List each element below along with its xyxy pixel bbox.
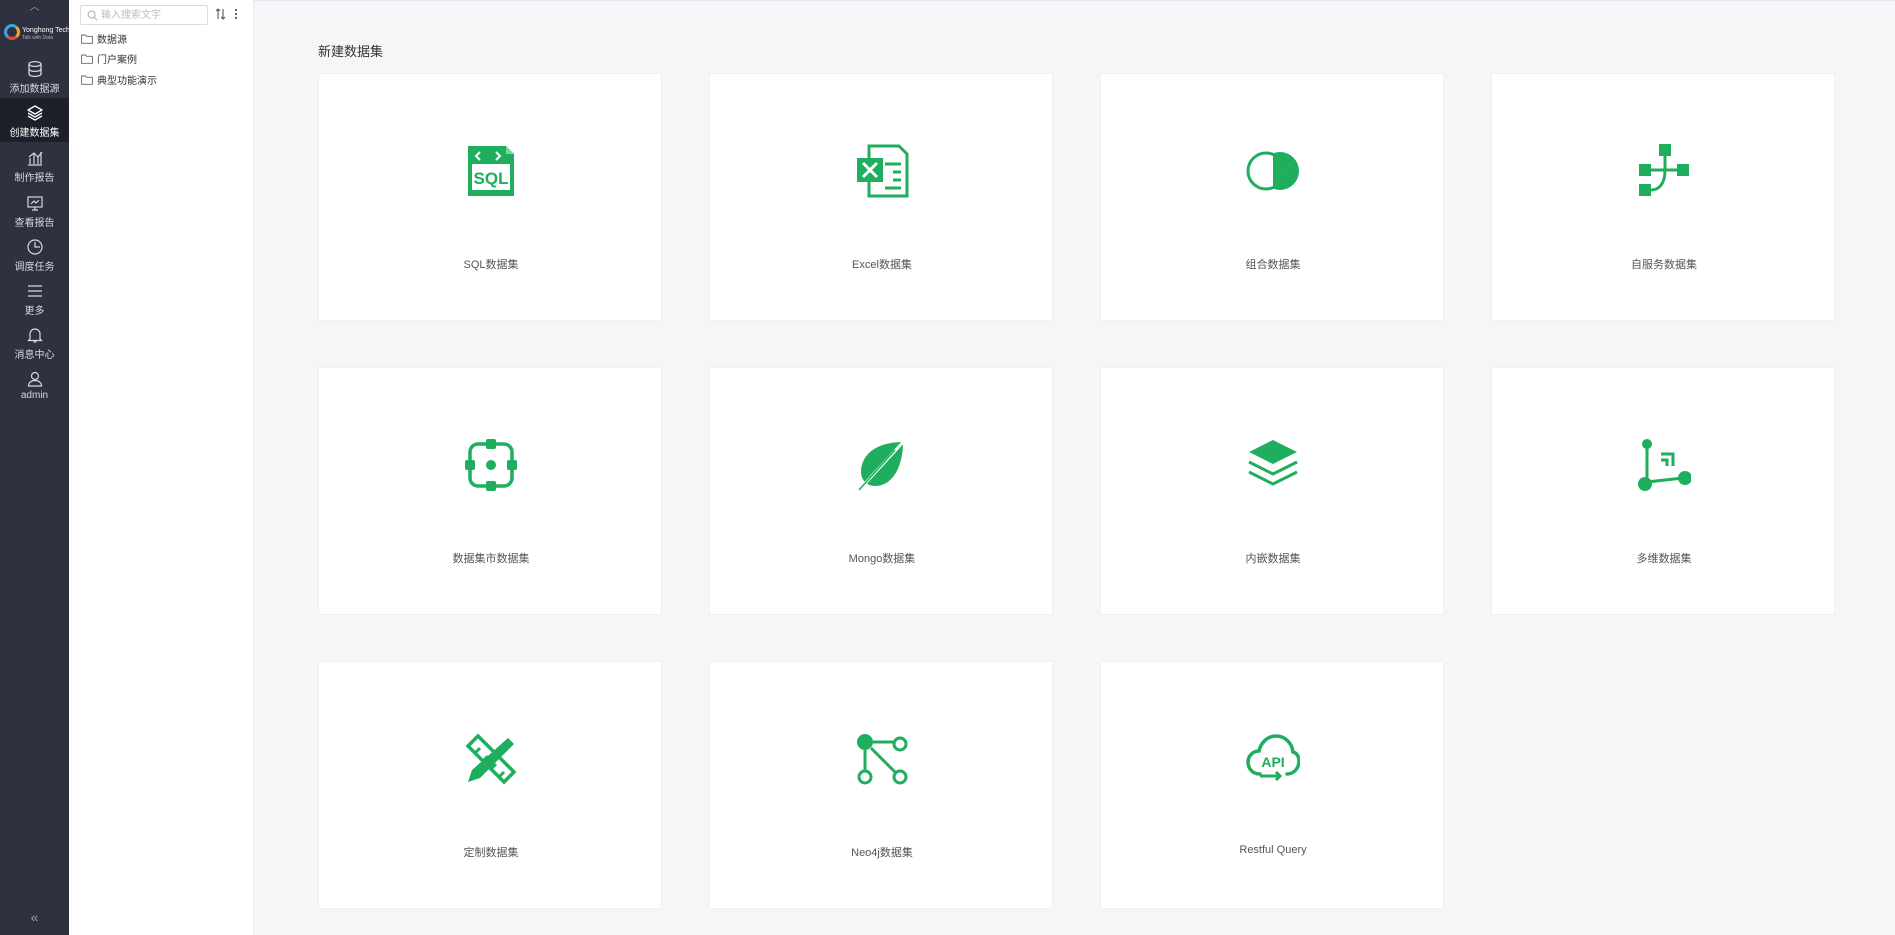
tree-search-input[interactable] xyxy=(101,8,205,22)
tree-panel: 数据源 门户案例 典型功能演示 xyxy=(69,0,254,935)
nav-item-schedule[interactable]: 调度任务 xyxy=(0,232,69,276)
tree-item-label: 数据源 xyxy=(97,35,127,46)
page-title: 新建数据集 xyxy=(318,44,384,59)
logo-subtext: Talk with Data xyxy=(22,35,54,41)
main-area: 新建数据集 SQL SQL数据集 Excel数据集 组合数据集 自服务数据集 数… xyxy=(254,0,1895,935)
card-custom-dataset[interactable]: 定制数据集 xyxy=(318,661,662,909)
card-embedded-dataset[interactable]: 内嵌数据集 xyxy=(1100,367,1444,615)
nav-scroll-up-icon[interactable]: ︿ xyxy=(0,0,69,13)
logo: Yonghong Tech Talk with Data xyxy=(4,18,70,50)
card-sql-dataset[interactable]: SQL SQL数据集 xyxy=(318,73,662,321)
clock-pie-icon xyxy=(26,239,43,255)
card-label: 内嵌数据集 xyxy=(1245,553,1301,565)
search-icon xyxy=(87,10,98,21)
tree-item-label: 典型功能演示 xyxy=(97,76,157,87)
card-label: Mongo数据集 xyxy=(848,553,916,565)
card-label: 组合数据集 xyxy=(1245,259,1301,271)
nav-item-label: admin xyxy=(20,390,49,401)
data-mart-icon xyxy=(465,439,517,491)
chart-icon xyxy=(27,151,42,166)
card-label: Neo4j数据集 xyxy=(851,847,913,859)
tree-item-datasource[interactable]: 数据源 xyxy=(81,31,127,47)
monitor-icon xyxy=(26,196,43,211)
nav-item-label: 调度任务 xyxy=(14,262,55,273)
more-vertical-icon[interactable] xyxy=(229,7,243,21)
nav-item-view-report[interactable]: 查看报告 xyxy=(0,188,69,232)
card-label: Restful Query xyxy=(1239,844,1307,856)
sort-toggle-icon[interactable] xyxy=(214,7,228,21)
folder-icon xyxy=(81,75,93,85)
left-nav: ︿ Yonghong Tech Talk with Data 添加数据源 创建数… xyxy=(0,0,70,935)
svg-text:API: API xyxy=(1261,754,1284,770)
card-restful-query[interactable]: API Restful Query xyxy=(1100,661,1444,909)
nav-item-add-datasource[interactable]: 添加数据源 xyxy=(0,54,69,98)
nav-item-create-dataset[interactable]: 创建数据集 xyxy=(0,98,69,142)
card-data-mart-dataset[interactable]: 数据集市数据集 xyxy=(318,367,662,615)
nav-item-label: 查看报告 xyxy=(14,218,55,229)
axis-cube-icon xyxy=(1638,439,1691,491)
card-multidim-dataset[interactable]: 多维数据集 xyxy=(1491,367,1835,615)
tree-search-box[interactable] xyxy=(80,5,208,25)
card-mongo-dataset[interactable]: Mongo数据集 xyxy=(709,367,1053,615)
layers-icon xyxy=(26,105,43,121)
card-label: 自服务数据集 xyxy=(1631,259,1697,271)
tree-item-label: 门户案例 xyxy=(97,55,137,66)
graph-icon xyxy=(857,734,908,785)
logo-text: Yonghong Tech xyxy=(22,27,70,34)
nav-item-label: 创建数据集 xyxy=(9,128,60,139)
nav-item-label: 更多 xyxy=(24,306,45,317)
user-icon xyxy=(27,371,42,387)
nav-item-label: 消息中心 xyxy=(14,350,55,361)
api-cloud-icon: API xyxy=(1246,734,1300,782)
card-label: 数据集市数据集 xyxy=(452,553,530,565)
layers-icon xyxy=(1248,440,1298,486)
card-neo4j-dataset[interactable]: Neo4j数据集 xyxy=(709,661,1053,909)
flow-nodes-icon xyxy=(1639,144,1689,196)
card-label: 定制数据集 xyxy=(463,847,519,859)
tree-item-feature-demos[interactable]: 典型功能演示 xyxy=(81,72,157,88)
leaf-icon xyxy=(857,438,907,492)
menu-icon xyxy=(27,285,42,297)
pencil-ruler-icon xyxy=(465,733,517,785)
bell-icon xyxy=(26,328,43,343)
card-excel-dataset[interactable]: Excel数据集 xyxy=(709,73,1053,321)
logo-mark-icon xyxy=(4,24,20,40)
card-label: 多维数据集 xyxy=(1636,553,1692,565)
nav-item-label: 添加数据源 xyxy=(9,84,60,95)
folder-icon xyxy=(81,54,93,64)
nav-item-messages[interactable]: 消息中心 xyxy=(0,320,69,364)
tree-item-portal-cases[interactable]: 门户案例 xyxy=(81,51,137,67)
card-label: Excel数据集 xyxy=(852,259,912,271)
svg-text:SQL: SQL xyxy=(474,169,509,188)
nav-item-make-report[interactable]: 制作报告 xyxy=(0,143,69,187)
folder-icon xyxy=(81,34,93,44)
database-icon xyxy=(27,60,42,78)
card-self-service-dataset[interactable]: 自服务数据集 xyxy=(1491,73,1835,321)
card-label: SQL数据集 xyxy=(463,259,519,271)
nav-collapse-icon[interactable]: « xyxy=(0,909,69,925)
combine-circles-icon xyxy=(1246,151,1299,191)
nav-item-more[interactable]: 更多 xyxy=(0,276,69,320)
nav-item-label: 制作报告 xyxy=(14,173,55,184)
card-combined-dataset[interactable]: 组合数据集 xyxy=(1100,73,1444,321)
nav-item-user[interactable]: admin xyxy=(0,364,69,408)
sql-file-icon: SQL xyxy=(468,146,514,196)
excel-file-icon xyxy=(857,144,909,198)
